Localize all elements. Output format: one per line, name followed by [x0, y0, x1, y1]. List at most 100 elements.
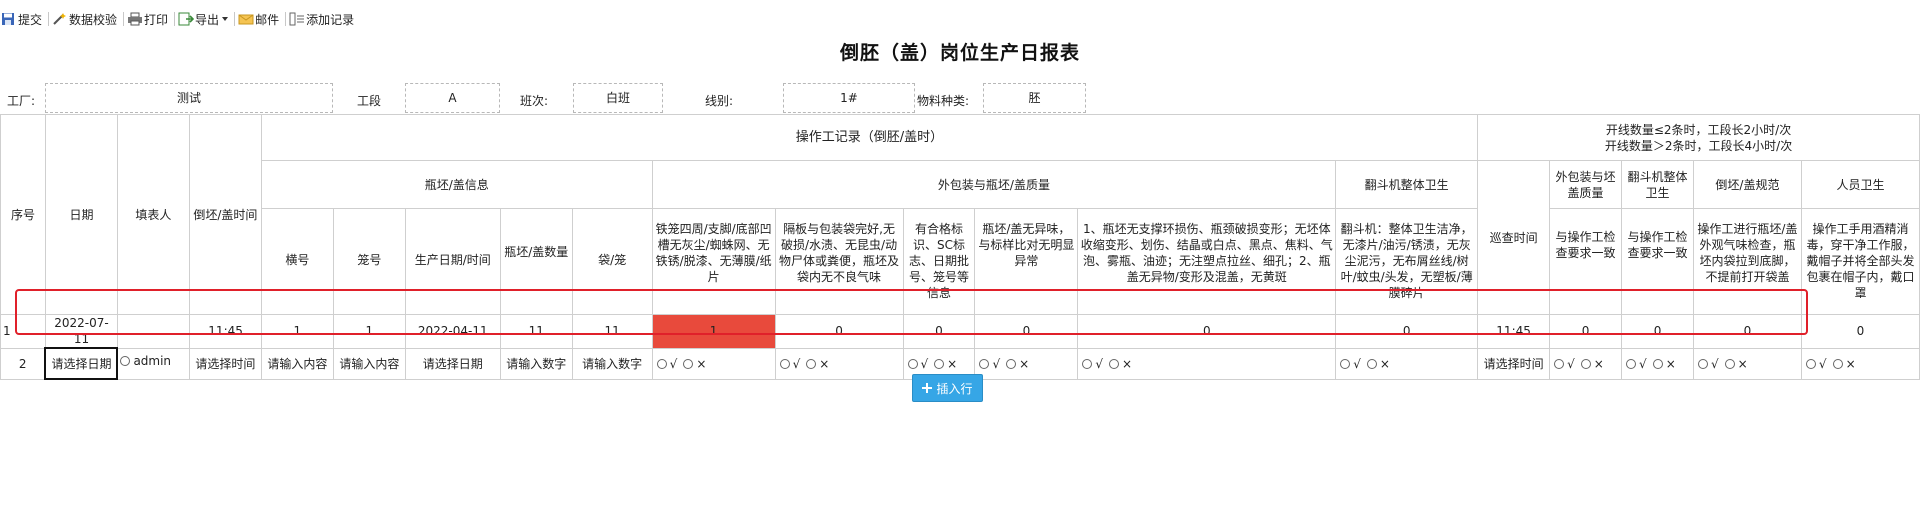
header-crit-label: 有合格标识、SC标志、日期批号、笼号等信息 — [902, 208, 976, 315]
row2-batch-input[interactable]: 请输入内容 — [260, 347, 334, 380]
report-table: 序号 日期 填表人 倒坯/盖时间 操作工记录（倒胚/盖时） 开线数量≤2条时，工… — [0, 114, 1920, 380]
toolbar: 提交 数据校验 打印 导出 邮件 添加记录 — [0, 8, 358, 30]
header-crit-spec: 操作工进行瓶坯/盖外观气味检查，瓶坯内袋拉到底脚，不提前打开袋盖 — [1692, 208, 1802, 315]
radio-ok[interactable] — [1340, 359, 1351, 369]
row1-label-check[interactable]: 0 — [902, 314, 976, 349]
row2-spec-radio-group: √ × — [1692, 347, 1802, 380]
row1-staff-check[interactable]: 0 — [1800, 314, 1920, 349]
mail-icon — [238, 12, 254, 26]
ok-symbol: √ — [1353, 356, 1361, 371]
shift-label: 班次: — [520, 94, 549, 108]
check-wand-icon — [52, 12, 68, 26]
radio-ng[interactable] — [683, 359, 694, 369]
row1-defects-check[interactable]: 0 — [1077, 314, 1337, 349]
header-operator-record: 操作工记录（倒胚/盖时） — [260, 114, 1479, 161]
row1-odor-check[interactable]: 0 — [974, 314, 1079, 349]
ng-symbol: × — [1593, 356, 1604, 371]
section-field[interactable]: A — [405, 83, 500, 113]
row1-bag-cage[interactable]: 11 — [571, 314, 653, 349]
row1-seq: 1 — [0, 314, 46, 349]
crit-label-text: 有合格标识、SC标志、日期批号、笼号等信息 — [908, 222, 969, 300]
radio-ng[interactable] — [1006, 359, 1017, 369]
add-record-button[interactable]: 添加记录 — [288, 9, 358, 29]
radio-ok[interactable] — [1697, 359, 1708, 369]
header-crit-defects: 1、瓶坯无支撑环损伤、瓶颈破损变形；无坯体收缩变形、划伤、结晶或白点、黑点、焦料… — [1077, 208, 1337, 315]
radio-ng[interactable] — [934, 359, 945, 369]
radio-ok[interactable] — [1082, 359, 1093, 369]
radio-ng[interactable] — [1580, 359, 1591, 369]
ng-symbol: × — [1737, 356, 1748, 371]
row1-prod-datetime[interactable]: 2022-04-11 — [404, 314, 501, 349]
table-row: 1 2022-07-11 11:45 1 1 2022-04-11 11 11 … — [0, 314, 1920, 349]
toolbar-divider — [234, 12, 236, 26]
radio-ng[interactable] — [1652, 359, 1663, 369]
line-field[interactable]: 1# — [783, 83, 915, 113]
radio-ng[interactable] — [1832, 359, 1843, 369]
header-batch-no: 横号 — [260, 208, 334, 315]
header-pkg-quality-short: 外包装与坯盖质量 — [1549, 160, 1623, 209]
header-crit-partition: 隔板与包装袋完好,无破损/水渍、无昆虫/动物尸体或粪便，瓶坯及袋内无不良气味 — [774, 208, 904, 315]
header-flipper-hygiene-short: 翻斗机整体卫生 — [1621, 160, 1694, 209]
row1-patrol-time[interactable]: 11:45 — [1477, 314, 1551, 349]
row2-staff-radio-group: √ × — [1800, 347, 1920, 380]
radio-ok[interactable] — [1554, 359, 1565, 369]
row1-pkg-check[interactable]: 0 — [1549, 314, 1623, 349]
print-button[interactable]: 打印 — [126, 9, 172, 29]
mail-label: 邮件 — [255, 12, 280, 27]
row1-date[interactable]: 2022-07-11 — [44, 314, 118, 349]
row1-flip-check[interactable]: 0 — [1621, 314, 1694, 349]
radio-circle[interactable] — [120, 356, 131, 366]
crit-defects-text: 1、瓶坯无支撑环损伤、瓶颈破损变形；无坯体收缩变形、划伤、结晶或白点、黑点、焦料… — [1080, 222, 1333, 284]
row2-cage-input[interactable]: 请输入内容 — [332, 347, 406, 380]
row2-bag-input[interactable]: 请输入数字 — [571, 347, 653, 380]
ok-symbol: √ — [992, 356, 1001, 371]
printer-icon — [127, 12, 143, 26]
header-patrol-time: 巡查时间 — [1477, 160, 1551, 315]
row2-date-picker[interactable]: 请选择日期 — [44, 347, 119, 380]
crit-odor-text: 瓶坯/盖无异味，与标样比对无明显异常 — [978, 222, 1075, 268]
row1-cage-no[interactable]: 1 — [332, 314, 406, 349]
row1-partition-check[interactable]: 0 — [774, 314, 904, 349]
ng-symbol: × — [947, 356, 958, 371]
toolbar-divider — [285, 12, 287, 26]
row2-cage-radio-group: √ × — [651, 347, 776, 380]
material-field[interactable]: 胚 — [983, 83, 1086, 113]
header-bottle-qty: 瓶坯/盖数量 — [499, 208, 573, 315]
header-staff-hygiene: 人员卫生 — [1800, 160, 1920, 209]
row2-pour-time-picker[interactable]: 请选择时间 — [188, 347, 262, 380]
row2-prod-date-picker[interactable]: 请选择日期 — [404, 347, 501, 380]
section-label: 工段 — [357, 94, 382, 108]
radio-ng[interactable] — [1109, 359, 1120, 369]
ok-symbol: √ — [920, 356, 929, 371]
factory-field[interactable]: 测试 — [45, 83, 333, 113]
row2-qty-input[interactable]: 请输入数字 — [499, 347, 573, 380]
radio-ok[interactable] — [656, 359, 667, 369]
row2-patrol-time-picker[interactable]: 请选择时间 — [1477, 347, 1551, 380]
radio-ok[interactable] — [1626, 359, 1637, 369]
row1-spec-check[interactable]: 0 — [1692, 314, 1802, 349]
radio-ng[interactable] — [806, 359, 817, 369]
shift-field[interactable]: 白班 — [573, 83, 663, 113]
row1-pour-time[interactable]: 11:45 — [188, 314, 262, 349]
radio-ok[interactable] — [907, 359, 918, 369]
header-seq: 序号 — [0, 114, 46, 315]
row1-batch-no[interactable]: 1 — [260, 314, 334, 349]
radio-ok[interactable] — [1805, 359, 1816, 369]
radio-ng[interactable] — [1366, 359, 1377, 369]
radio-ng[interactable] — [1724, 359, 1735, 369]
radio-ok[interactable] — [979, 359, 990, 369]
row1-filler[interactable] — [116, 314, 190, 349]
export-button[interactable]: 导出 — [177, 9, 232, 29]
header-pour-spec: 倒坯/盖规范 — [1692, 160, 1802, 209]
row1-flipper-check[interactable]: 0 — [1335, 314, 1479, 349]
row2-filler-radio[interactable]: admin — [116, 347, 190, 380]
radio-ok[interactable] — [779, 359, 790, 369]
row1-cage-check-failed[interactable]: 1 — [651, 314, 776, 349]
validate-button[interactable]: 数据校验 — [51, 9, 121, 29]
ng-symbol: × — [819, 356, 830, 371]
row1-bottle-qty[interactable]: 11 — [499, 314, 573, 349]
row2-flip-radio-group: √ × — [1621, 347, 1694, 380]
submit-button[interactable]: 提交 — [0, 9, 46, 29]
mail-button[interactable]: 邮件 — [237, 9, 283, 29]
insert-row-button[interactable]: 插入行 — [912, 374, 983, 402]
